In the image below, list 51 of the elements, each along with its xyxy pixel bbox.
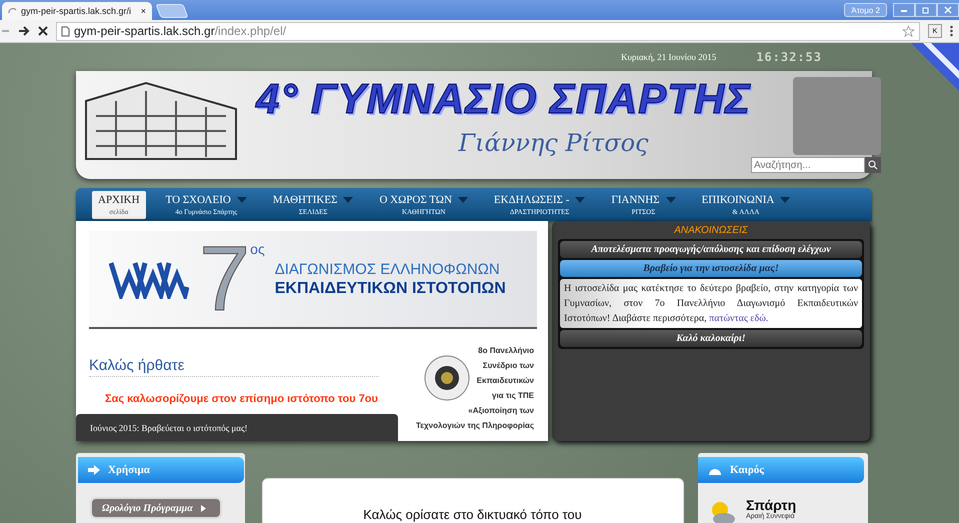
- conference-text-line: Συνέδριο των: [482, 360, 534, 372]
- banner-number: 7: [199, 233, 250, 325]
- restore-button[interactable]: [915, 3, 937, 17]
- announcement-header[interactable]: Βραβείο για την ιστοσελίδα μας!: [560, 260, 862, 277]
- search-button[interactable]: [864, 157, 881, 173]
- url-text: gym-peir-spartis.lak.sch.gr/index.php/el/: [74, 24, 286, 38]
- star-icon[interactable]: [902, 24, 915, 38]
- new-tab-button[interactable]: [155, 4, 189, 18]
- conference-text-line: Εκπαιδευτικών: [476, 375, 534, 387]
- search-field[interactable]: Αναζήτηση...: [750, 157, 865, 173]
- announcement-header[interactable]: Καλό καλοκαίρι!: [560, 330, 862, 347]
- slide-caption: Ιούνιος 2015: Βραβεύεται ο ιστότοπός μας!: [76, 414, 398, 441]
- triangle-right-icon: [200, 504, 206, 512]
- close-button[interactable]: [937, 3, 959, 17]
- date-text: Κυριακή, 21 Ιουνίου 2015: [620, 52, 716, 62]
- tab-title: gym-peir-spartis.lak.sch.gr/i: [21, 6, 132, 16]
- arrow-right-icon: [88, 465, 100, 475]
- clock-text: 16:32:53: [756, 50, 822, 64]
- page-icon: [61, 26, 70, 36]
- announcement-header[interactable]: Αποτελέσματα προαγωγής/απόλυσης και επίδοση ελέγχων: [560, 241, 862, 258]
- announcements-title: ΑΝΑΚΟΙΝΩΣΕΙΣ: [672, 225, 749, 236]
- intro-text: Σας καλωσορίζουμε στον επίσημο ιστότοπο του 7ου: [105, 392, 379, 407]
- module-title: Καιρός: [730, 464, 764, 476]
- menu-icon[interactable]: [950, 25, 953, 37]
- banner-suffix: ος: [250, 241, 265, 257]
- browser-tab[interactable]: gym-peir-spartis.lak.sch.gr/i ×: [2, 2, 152, 20]
- conference-text-line: Τεχνολογιών της Πληροφορίας: [416, 420, 534, 432]
- forward-icon[interactable]: [18, 26, 30, 36]
- welcome-heading: Καλώς ήρθατε: [89, 357, 379, 377]
- banner-line: ΕΚΠΑΙΔΕΥΤΙΚΩΝ ΙΣΤΟΤΟΠΩΝ: [274, 280, 506, 298]
- search-icon: [868, 160, 878, 170]
- loading-icon: [8, 6, 17, 16]
- city-name: Σπάρτη: [746, 497, 796, 513]
- conference-text-line: για τις ΤΠΕ: [492, 390, 534, 402]
- conference-text-line: «Αξιοποίηση των: [468, 405, 534, 417]
- tab-close-button[interactable]: ×: [140, 6, 146, 16]
- welcome-text: Καλώς ορίσατε στο δικτυακό τόπο του: [363, 507, 582, 523]
- conference-text-line: 8ο Πανελλήνιο: [478, 345, 534, 357]
- read-more-link[interactable]: πατώντας εδώ.: [709, 313, 768, 324]
- restore-icon: [922, 6, 930, 14]
- banner-line: ΔΙΑΓΩΝΙΣΜΟΣ ΕΛΛΗΝΟΦΩΝΩΝ: [274, 260, 501, 278]
- address-field[interactable]: gym-peir-spartis.lak.sch.gr/index.php/el/: [56, 22, 920, 40]
- announcement-text: Η ιστοσελίδα μας κατέκτησε το δεύτερο βραβείο, στην κατηγορία των Γυμνασίων, στον 7ο Πανελλήνιο Διαγωνισμό Εκπαιδευτικών Ιστοτόπων! Διαβάστε περισσότερα, πατώντας εδώ.: [560, 279, 862, 328]
- module-title: Χρήσιμα: [108, 464, 150, 476]
- stop-icon[interactable]: [38, 26, 48, 36]
- timetable-button[interactable]: Ωρολόγιο Πρόγραμμα: [90, 497, 222, 519]
- school-title: 4° ΓΥΜΝΑΣΙΟ ΣΠΑΡΤΗΣ: [256, 75, 751, 123]
- conference-seal-icon: [424, 355, 470, 401]
- minimize-button[interactable]: [893, 3, 915, 17]
- close-icon: [944, 6, 952, 14]
- signature-text: Γιάννης Ρίτσος: [458, 129, 648, 157]
